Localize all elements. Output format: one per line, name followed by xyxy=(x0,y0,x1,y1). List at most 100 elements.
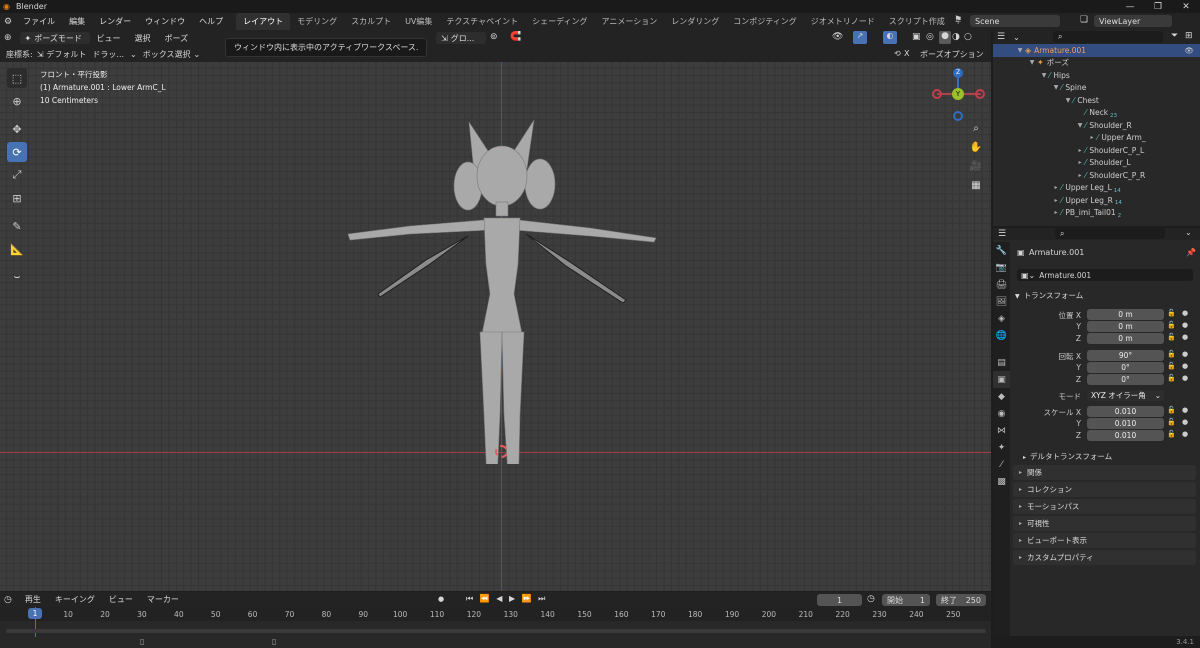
xray-icon[interactable]: ▣ xyxy=(912,32,921,42)
pose-options-menu[interactable]: ポーズオプション xyxy=(920,49,984,60)
zoom-icon[interactable]: ⌕ xyxy=(968,120,984,136)
output-tab-icon[interactable]: 🖨 xyxy=(993,276,1010,293)
bone-tab-icon[interactable]: ⁄ xyxy=(993,456,1010,473)
orientation-selector[interactable]: ⇲ グロ... xyxy=(436,32,486,44)
keyframe-dot-icon[interactable]: ● xyxy=(1182,321,1188,329)
view-layer-tab-icon[interactable]: 🖼 xyxy=(993,293,1010,310)
blender-menu-icon[interactable]: ⚙ xyxy=(4,17,12,27)
gizmo-toggle-icon[interactable]: ↗ xyxy=(853,31,867,44)
panel-visibility[interactable]: ▸ 可視性 xyxy=(1013,516,1196,531)
playback-controls[interactable]: ⏮ ⏪ ◀ ▶ ⏩ ⏭ xyxy=(466,594,547,604)
rotation-x-field[interactable]: 90° xyxy=(1087,350,1164,361)
editor-type-icon[interactable]: ⊕ xyxy=(4,33,12,43)
lock-icon[interactable]: 🔓 xyxy=(1167,321,1176,329)
lock-icon[interactable]: 🔓 xyxy=(1167,362,1176,370)
expand-arrow-icon[interactable]: ▸ xyxy=(1051,197,1061,204)
tab-sculpt[interactable]: スカルプト xyxy=(344,13,398,30)
expand-arrow-icon[interactable]: ▸ xyxy=(1075,147,1085,154)
3d-viewport[interactable]: フロント・平行投影 (1) Armature.001 : Lower ArmC_… xyxy=(0,62,991,591)
mode-selector[interactable]: ✦ ポーズモード xyxy=(19,32,90,44)
lock-icon[interactable]: 🔓 xyxy=(1167,418,1176,426)
outliner-row[interactable]: ▼ ⁄ Shoulder_R xyxy=(993,119,1200,132)
timeline-editor-icon[interactable]: ◷ xyxy=(4,595,12,605)
clock-icon[interactable]: ◷ xyxy=(867,594,875,604)
outliner-row[interactable]: ▸ ⁄ Upper Arm_ xyxy=(993,132,1200,145)
panel-custom-properties[interactable]: ▸ カスタムプロパティ xyxy=(1013,550,1196,565)
snap-icon[interactable]: 🧲 xyxy=(510,32,521,42)
armature-data-tab-icon[interactable]: ✦ xyxy=(993,439,1010,456)
collection-tab-icon[interactable]: ▤ xyxy=(993,354,1010,371)
expand-arrow-icon[interactable]: ▼ xyxy=(1027,59,1037,66)
character-model[interactable] xyxy=(340,114,670,464)
outliner-row[interactable]: ▸ ⁄ Shoulder_L xyxy=(993,157,1200,170)
scene-selector[interactable]: Scene xyxy=(970,15,1060,27)
expand-arrow-icon[interactable]: ▸ xyxy=(1051,184,1061,191)
gizmo-neg-z-icon[interactable] xyxy=(953,111,963,121)
wireframe-shading-icon[interactable]: ◎ xyxy=(926,32,934,42)
expand-arrow-icon[interactable]: ▼ xyxy=(1039,72,1049,79)
gizmo-neg-x-icon[interactable] xyxy=(932,89,942,99)
x-mirror-toggle[interactable]: X xyxy=(904,49,909,58)
camera-icon[interactable]: 🎥 xyxy=(968,158,984,174)
panel-viewport-display[interactable]: ▸ ビューポート表示 xyxy=(1013,533,1196,548)
view-layer-selector[interactable]: ViewLayer xyxy=(1094,15,1172,27)
render-tab-icon[interactable]: 📷 xyxy=(993,259,1010,276)
drag-setting[interactable]: ドラッ... xyxy=(92,49,124,60)
close-button[interactable]: ✕ xyxy=(1172,2,1200,12)
gizmo-z-icon[interactable]: Z xyxy=(953,68,963,78)
scale-tool-icon[interactable]: ⤢ xyxy=(7,165,27,185)
transform-panel-header[interactable]: ▼ トランスフォーム xyxy=(1015,290,1083,301)
material-shading-icon[interactable]: ◑ xyxy=(952,32,960,42)
tab-shading[interactable]: シェーディング xyxy=(525,13,594,30)
scale-x-field[interactable]: 0.010 xyxy=(1087,406,1164,417)
physics-tab-icon[interactable]: ◉ xyxy=(993,405,1010,422)
expand-arrow-icon[interactable]: ▸ xyxy=(1075,159,1085,166)
annotate-tool-icon[interactable]: ✎ xyxy=(7,216,27,236)
menu-select[interactable]: 選択 xyxy=(128,33,158,44)
outliner-row[interactable]: ▼ ✦ ポーズ xyxy=(993,57,1200,70)
scale-y-field[interactable]: 0.010 xyxy=(1087,418,1164,429)
keyframe-dot-icon[interactable]: ● xyxy=(1182,418,1188,426)
solid-shading-icon[interactable]: ● xyxy=(939,31,951,44)
keyframe-dot-icon[interactable]: ● xyxy=(1182,430,1188,438)
lock-icon[interactable]: 🔓 xyxy=(1167,406,1176,414)
pin-icon[interactable]: 📌 xyxy=(1186,248,1196,257)
overlay-toggle-icon[interactable]: ◐ xyxy=(883,31,897,44)
tab-modeling[interactable]: モデリング xyxy=(290,13,344,30)
timeline-area[interactable]: 10 20 30 40 50 60 70 80 90 100 110 120 130 140 150 160 1… xyxy=(0,607,991,648)
rotation-mode-dropdown[interactable]: XYZ オイラー角 ⌄ xyxy=(1087,390,1164,401)
object-name-input[interactable]: ▣⌄ Armature.001 xyxy=(1017,269,1193,281)
tab-geometry-nodes[interactable]: ジオメトリノード xyxy=(804,13,882,30)
expand-arrow-icon[interactable]: ▸ xyxy=(1087,134,1097,141)
tab-scripting[interactable]: スクリプト作成 xyxy=(882,13,952,30)
keyframe-dot-icon[interactable]: ● xyxy=(1182,350,1188,358)
move-tool-icon[interactable]: ✥ xyxy=(7,119,27,139)
outliner-row[interactable]: ▸ ⁄ ShoulderC_P_R xyxy=(993,169,1200,182)
delta-transform-subpanel[interactable]: ▸ デルタトランスフォーム xyxy=(1023,451,1112,462)
outliner-row[interactable]: ⁄ Neck 23 xyxy=(993,107,1200,120)
keyframe-dot-icon[interactable]: ● xyxy=(1182,362,1188,370)
object-tab-icon[interactable]: ▣ xyxy=(993,371,1010,388)
expand-arrow-icon[interactable]: ▼ xyxy=(1051,84,1061,91)
lock-icon[interactable]: 🔓 xyxy=(1167,430,1176,438)
location-x-field[interactable]: 0 m xyxy=(1087,309,1164,320)
tab-compositing[interactable]: コンポジティング xyxy=(726,13,804,30)
properties-options-icon[interactable]: ⌄ xyxy=(1185,228,1192,237)
timeline-scrollbar[interactable] xyxy=(6,629,986,633)
tab-uv-editing[interactable]: UV編集 xyxy=(398,13,439,30)
properties-editor-icon[interactable]: ☰ xyxy=(998,229,1006,239)
menu-view[interactable]: ビュー xyxy=(90,33,128,44)
outliner-editor-icon[interactable]: ☰ xyxy=(997,32,1005,42)
world-tab-icon[interactable]: 🌐 xyxy=(993,327,1010,344)
tool-tab-icon[interactable]: 🔧 xyxy=(993,242,1010,259)
location-y-field[interactable]: 0 m xyxy=(1087,321,1164,332)
rotation-y-field[interactable]: 0° xyxy=(1087,362,1164,373)
menu-render[interactable]: レンダー xyxy=(92,16,138,27)
menu-pose[interactable]: ポーズ xyxy=(158,33,196,44)
scene-tab-icon[interactable]: ◈ xyxy=(993,310,1010,327)
playhead-frame[interactable]: 1 xyxy=(28,608,42,619)
scale-z-field[interactable]: 0.010 xyxy=(1087,430,1164,441)
tab-rendering[interactable]: レンダリング xyxy=(664,13,726,30)
menu-help[interactable]: ヘルプ xyxy=(192,16,230,27)
expand-arrow-icon[interactable]: ▼ xyxy=(1015,47,1025,54)
